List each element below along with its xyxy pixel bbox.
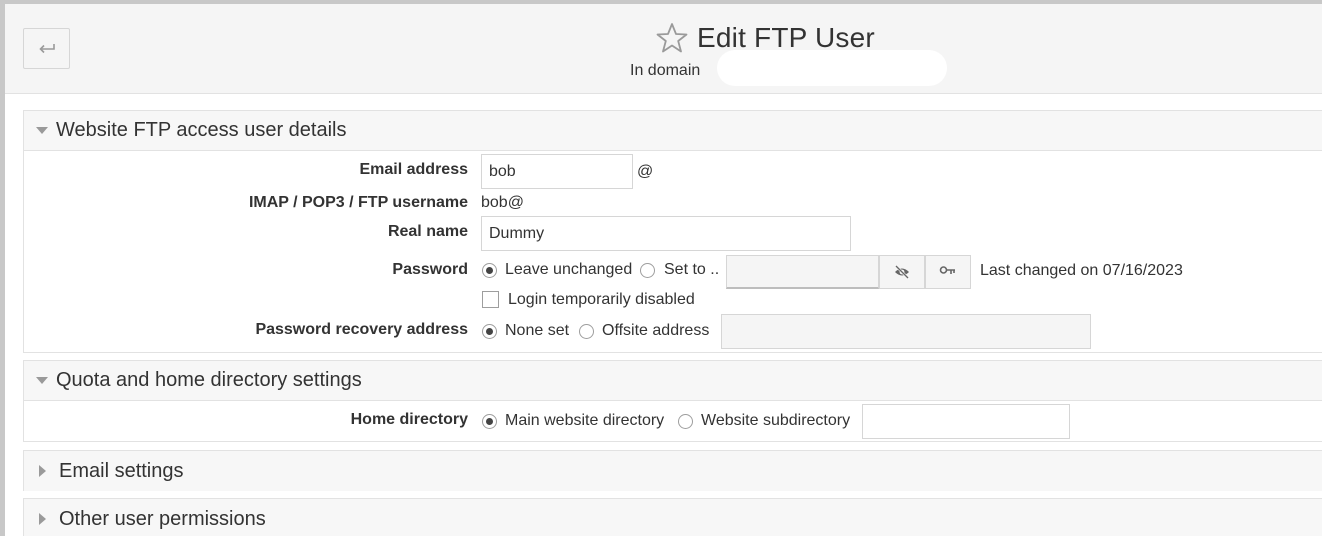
password-input[interactable] xyxy=(726,255,879,289)
real-name-label: Real name xyxy=(387,223,468,240)
section-other-permissions: Other user permissions xyxy=(23,498,1322,536)
password-set-label: Set to .. xyxy=(664,261,720,278)
password-leave-label: Leave unchanged xyxy=(505,261,633,278)
email-address-label: Email address xyxy=(359,161,469,178)
recovery-address-label: Password recovery address xyxy=(255,321,468,338)
caret-right-icon xyxy=(39,465,46,477)
section-title: Other user permissions xyxy=(59,507,266,530)
section-header-quota[interactable]: Quota and home directory settings xyxy=(24,361,1322,401)
domain-subtitle: In domain xyxy=(630,62,701,79)
back-button[interactable] xyxy=(23,28,70,69)
caret-down-icon xyxy=(36,127,48,134)
section-email-settings: Email settings xyxy=(23,450,1322,491)
username-label: IMAP / POP3 / FTP username xyxy=(248,194,468,211)
key-icon xyxy=(939,266,955,274)
real-name-input[interactable]: Dummy xyxy=(481,216,851,251)
recovery-address-input[interactable] xyxy=(721,314,1091,349)
caret-right-icon xyxy=(39,513,46,525)
password-label: Password xyxy=(392,261,468,278)
home-main-label: Main website directory xyxy=(505,412,665,429)
redacted-domain xyxy=(717,50,947,86)
home-subdir-input[interactable] xyxy=(862,404,1070,439)
section-title: Quota and home directory settings xyxy=(56,369,362,391)
password-set-radio[interactable] xyxy=(640,263,655,278)
show-password-button[interactable] xyxy=(879,255,925,289)
section-header-other-permissions[interactable]: Other user permissions xyxy=(24,499,1322,536)
generate-password-button[interactable] xyxy=(925,255,971,289)
home-subdir-label: Website subdirectory xyxy=(701,412,851,429)
recovery-none-radio[interactable] xyxy=(482,324,497,339)
password-last-changed: Last changed on 07/16/2023 xyxy=(980,262,1183,279)
section-header-email-settings[interactable]: Email settings xyxy=(24,451,1322,491)
recovery-offsite-label: Offsite address xyxy=(602,322,710,339)
email-address-input[interactable]: bob xyxy=(481,154,633,189)
caret-down-icon xyxy=(36,377,48,384)
section-title: Website FTP access user details xyxy=(56,119,347,141)
section-quota: Quota and home directory settings xyxy=(23,360,1322,442)
section-header-ftp-details[interactable]: Website FTP access user details xyxy=(24,111,1322,151)
eye-slash-icon xyxy=(895,265,909,279)
star-outline-icon[interactable] xyxy=(655,21,689,55)
email-at-sign: @ xyxy=(637,163,654,180)
login-disabled-checkbox[interactable] xyxy=(482,291,499,308)
recovery-none-label: None set xyxy=(505,322,570,339)
home-main-radio[interactable] xyxy=(482,414,497,429)
login-disabled-label: Login temporarily disabled xyxy=(508,291,695,308)
username-value: bob@ xyxy=(481,194,524,211)
return-arrow-icon xyxy=(38,44,55,54)
home-directory-label: Home directory xyxy=(350,411,468,428)
password-leave-radio[interactable] xyxy=(482,263,497,278)
recovery-offsite-radio[interactable] xyxy=(579,324,594,339)
home-subdir-radio[interactable] xyxy=(678,414,693,429)
section-title: Email settings xyxy=(59,459,184,482)
